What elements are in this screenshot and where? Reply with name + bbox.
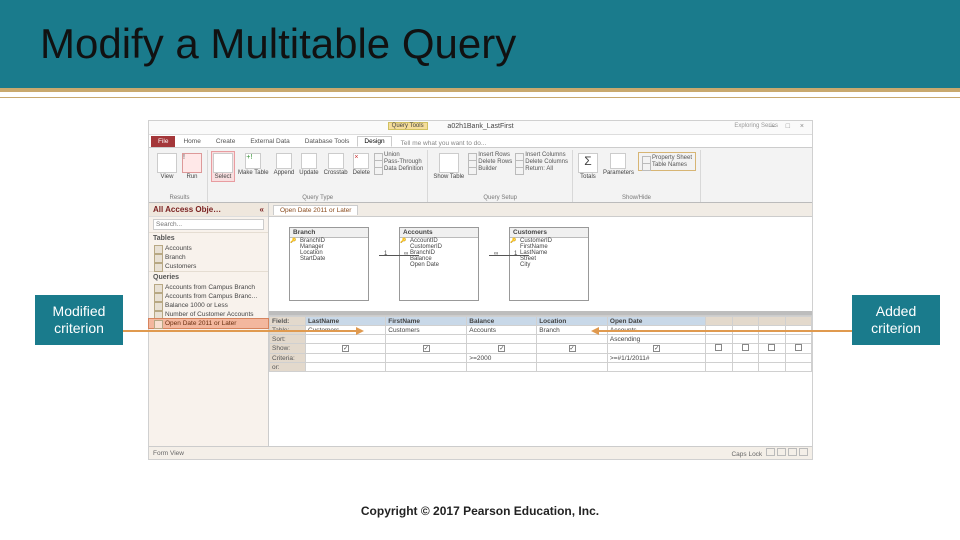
tab-home[interactable]: Home xyxy=(176,136,207,147)
tab-create[interactable]: Create xyxy=(209,136,243,147)
query-item-1[interactable]: Accounts from Campus Branc… xyxy=(149,292,268,301)
ribbon-group-query-setup: Show Table Insert Rows Delete Rows Build… xyxy=(428,150,573,202)
make-table-button[interactable]: +!Make Table xyxy=(237,152,270,177)
ribbon-group-showhide: ΣTotals Parameters Property Sheet Table … xyxy=(573,150,701,202)
status-bar: Form View Caps Lock xyxy=(149,446,812,459)
arrow-right xyxy=(597,330,852,332)
totals-button[interactable]: ΣTotals xyxy=(577,152,599,181)
ribbon-group-results: View !Run Results xyxy=(152,150,208,202)
status-left: Form View xyxy=(153,450,184,457)
table-accounts[interactable]: Accounts xyxy=(149,244,268,253)
select-query-button[interactable]: Select xyxy=(212,152,234,181)
callout-added-criterion: Added criterion xyxy=(852,295,940,345)
query-item-2[interactable]: Balance 1000 or Less xyxy=(149,301,268,310)
view-switcher[interactable] xyxy=(764,451,808,458)
return-selector[interactable]: Return: All xyxy=(515,166,568,172)
group-label-results: Results xyxy=(156,195,203,201)
callout-modified-criterion: Modified criterion xyxy=(35,295,123,345)
copyright-text: Copyright © 2017 Pearson Education, Inc. xyxy=(0,504,960,518)
ribbon-group-query-type: Select +!Make Table Append Update Crosst… xyxy=(208,150,428,202)
ribbon: View !Run Results Select +!Make Table Ap… xyxy=(149,148,812,203)
table-names-button[interactable]: Table Names xyxy=(642,162,692,168)
group-label-query-setup: Query Setup xyxy=(432,195,568,201)
navpane-header[interactable]: All Access Obje…« xyxy=(149,203,268,217)
navpane-group-tables[interactable]: Tables xyxy=(149,232,268,244)
query-tools-contextual-tab: Query Tools xyxy=(388,122,428,130)
pass-through-button[interactable]: Pass-Through xyxy=(374,159,423,165)
view-button[interactable]: View xyxy=(156,152,178,181)
table-customers[interactable]: Customers xyxy=(149,262,268,271)
query-item-0[interactable]: Accounts from Campus Branch xyxy=(149,283,268,292)
tab-design[interactable]: Design xyxy=(357,136,391,147)
ribbon-tabs: File Home Create External Data Database … xyxy=(149,135,812,148)
query-design-grid[interactable]: Field:LastNameFirstNameBalanceLocationOp… xyxy=(269,315,812,385)
group-label-showhide: Show/Hide xyxy=(577,195,696,201)
builder-button[interactable]: Builder xyxy=(468,166,512,172)
delete-columns-button[interactable]: Delete Columns xyxy=(515,159,568,165)
table-branch[interactable]: Branch xyxy=(149,253,268,262)
run-button[interactable]: !Run xyxy=(181,152,203,181)
delete-rows-button[interactable]: Delete Rows xyxy=(468,159,512,165)
insert-columns-button[interactable]: Insert Columns xyxy=(515,152,568,158)
parameters-button[interactable]: Parameters xyxy=(602,152,635,177)
window-controls[interactable]: — □ × xyxy=(769,123,808,130)
data-definition-button[interactable]: Data Definition xyxy=(374,166,423,172)
insert-rows-button[interactable]: Insert Rows xyxy=(468,152,512,158)
tab-file[interactable]: File xyxy=(151,136,175,147)
slide-title: Modify a Multitable Query xyxy=(40,20,516,68)
tab-external-data[interactable]: External Data xyxy=(243,136,296,147)
show-table-button[interactable]: Show Table xyxy=(432,152,465,181)
title-underline xyxy=(0,88,960,92)
union-button[interactable]: Union xyxy=(374,152,423,158)
append-button[interactable]: Append xyxy=(273,152,296,177)
delete-query-button[interactable]: ×Delete xyxy=(352,152,371,177)
tablebox-customers[interactable]: Customers CustomerID FirstName LastName … xyxy=(509,227,589,301)
arrow-left xyxy=(123,330,358,332)
group-label-query-type: Query Type xyxy=(212,195,423,201)
open-query-tab[interactable]: Open Date 2011 or Later xyxy=(273,205,358,215)
table-relationships-pane: Branch BranchID Manager Location StartDa… xyxy=(269,217,812,315)
title-underline-thin xyxy=(0,97,960,98)
caps-lock-indicator: Caps Lock xyxy=(731,451,762,458)
window-title: a02h1Bank_LastFirst xyxy=(447,123,513,130)
update-button[interactable]: Update xyxy=(298,152,319,177)
query-item-selected[interactable]: Open Date 2011 or Later xyxy=(149,319,268,328)
tablebox-branch[interactable]: Branch BranchID Manager Location StartDa… xyxy=(289,227,369,301)
crosstab-button[interactable]: Crosstab xyxy=(323,152,349,177)
tab-database-tools[interactable]: Database Tools xyxy=(298,136,357,147)
navpane-group-queries[interactable]: Queries xyxy=(149,271,268,283)
tell-me-box[interactable]: Tell me what you want to do... xyxy=(393,140,487,147)
tablebox-accounts[interactable]: Accounts AccountID CustomerID BranchID B… xyxy=(399,227,479,301)
access-screenshot: Query Tools a02h1Bank_LastFirst Explorin… xyxy=(148,120,813,460)
navpane-search[interactable] xyxy=(153,219,264,230)
property-sheet-button[interactable]: Property Sheet xyxy=(642,155,692,161)
app-titlebar: Query Tools a02h1Bank_LastFirst Explorin… xyxy=(149,121,812,135)
query-item-3[interactable]: Number of Customer Accounts xyxy=(149,310,268,319)
